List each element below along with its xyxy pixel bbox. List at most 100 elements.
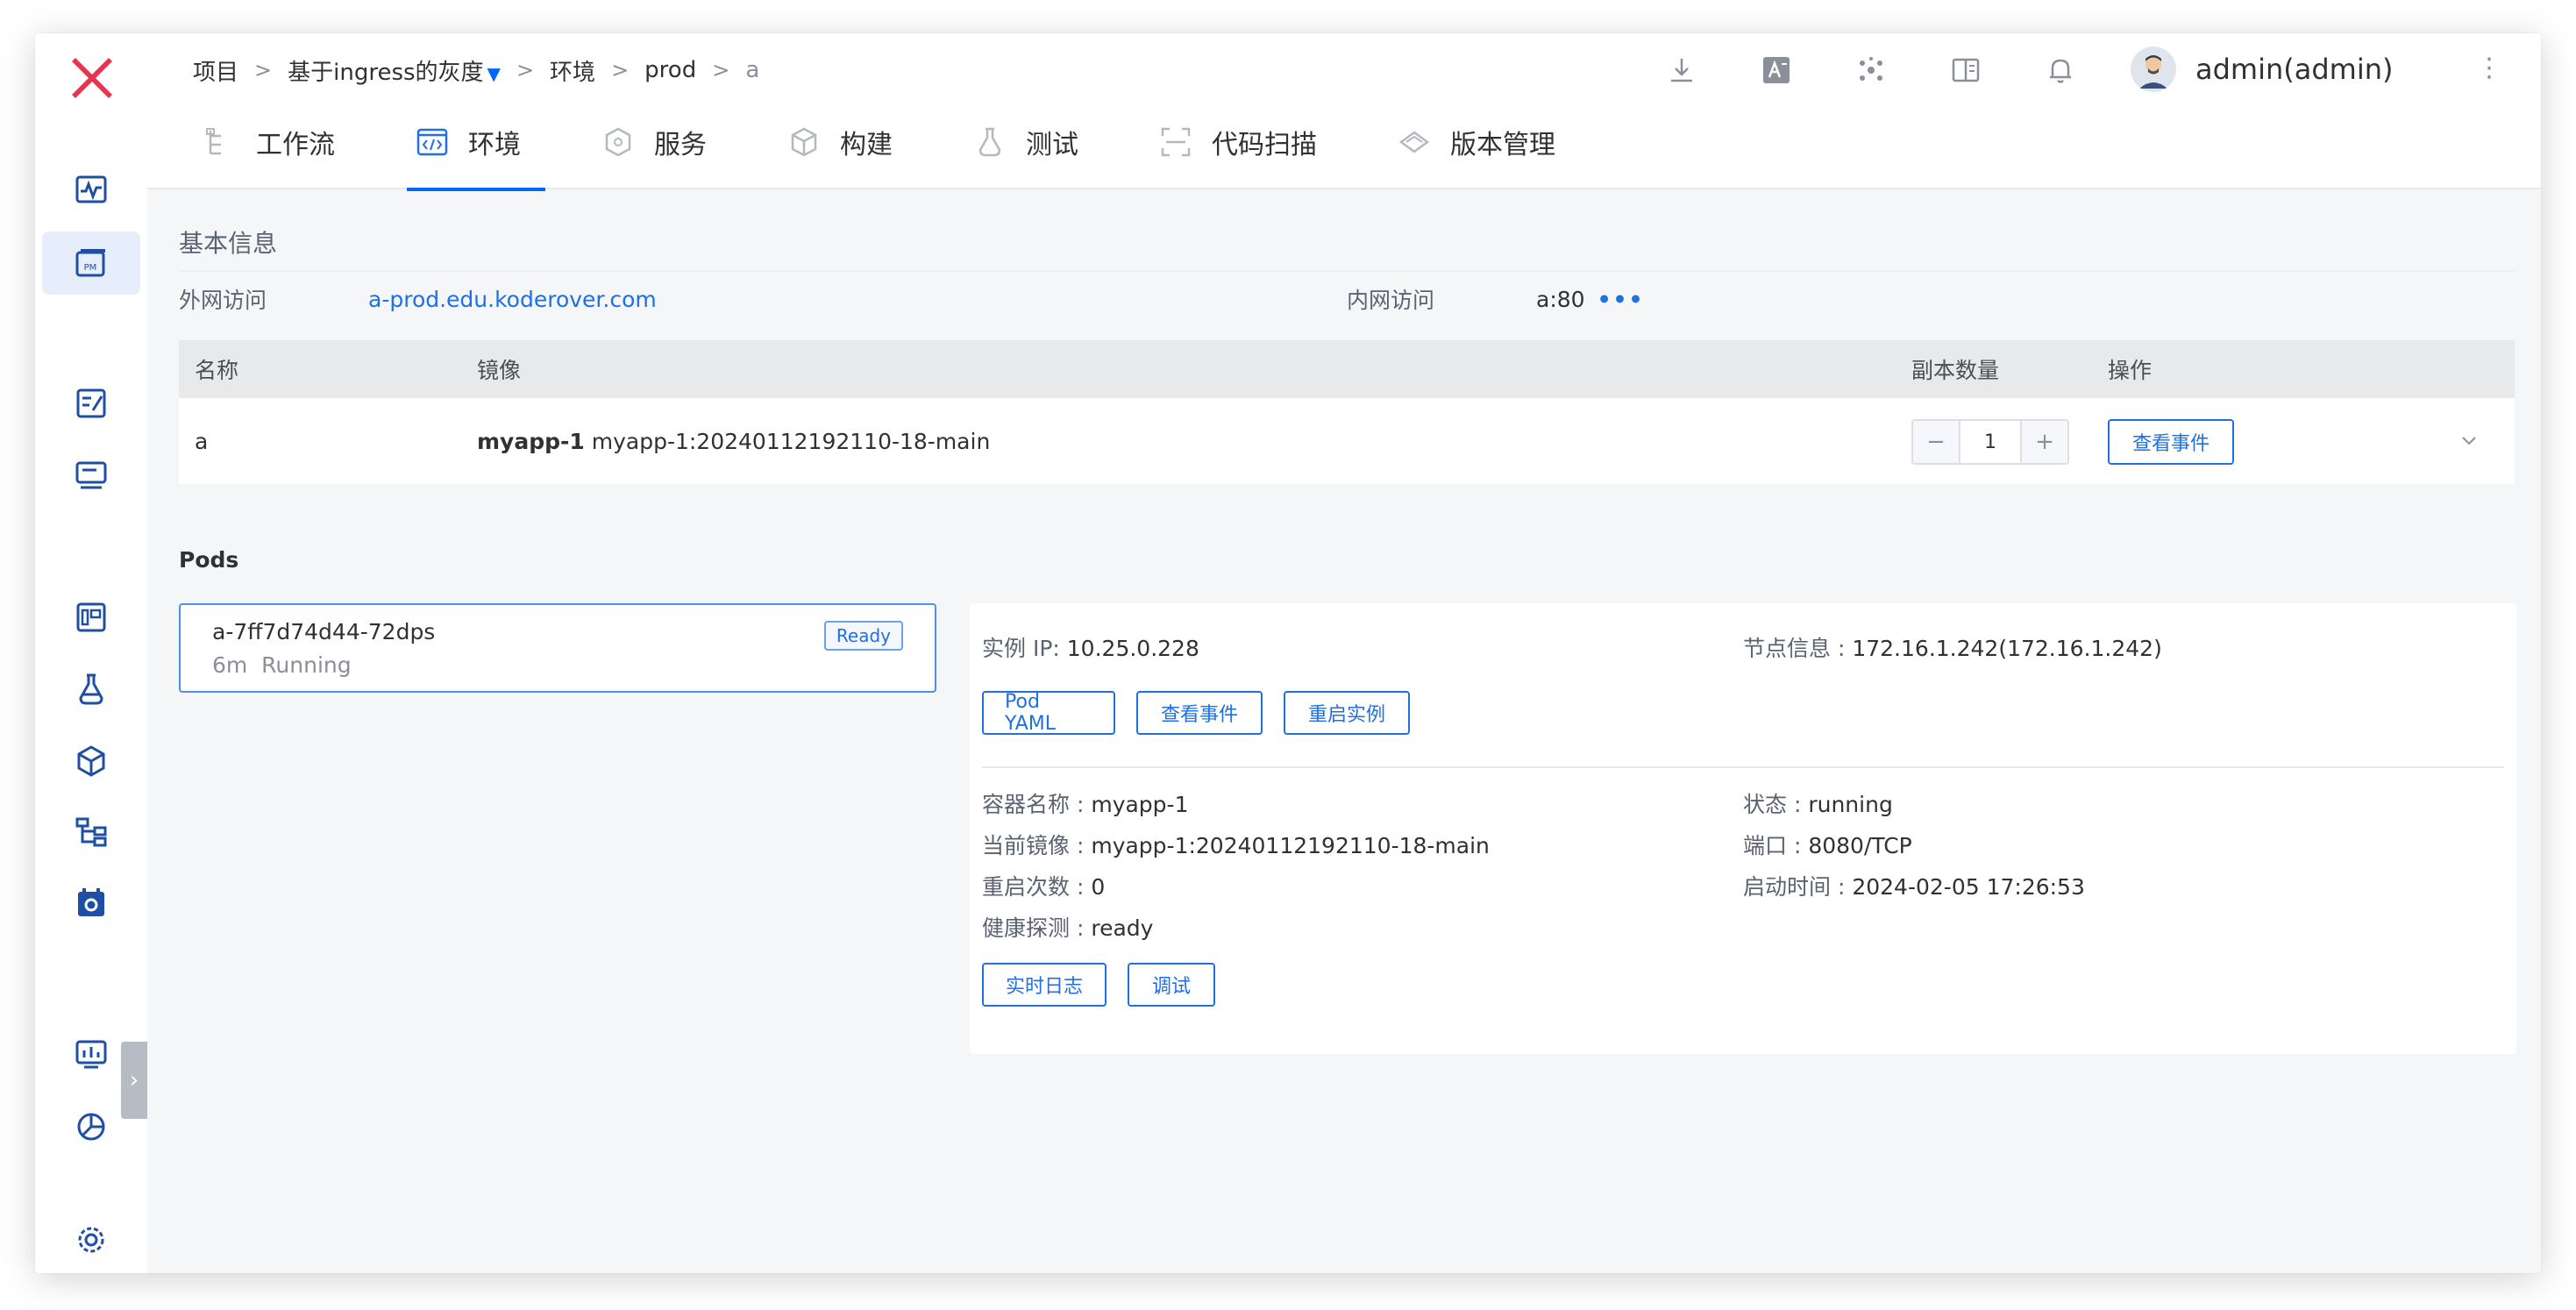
breadcrumb: 项目 > 基于ingress的灰度 ▼ > 环境 > prod > a bbox=[193, 46, 759, 95]
tab-label: 环境 bbox=[468, 130, 521, 160]
status-label: 状态 bbox=[1743, 792, 1788, 817]
cluster-icon[interactable] bbox=[1845, 44, 1897, 96]
start-time: 启动时间 : 2024-02-05 17:26:53 bbox=[1743, 874, 2085, 900]
tab-build[interactable]: 构建 bbox=[731, 95, 917, 189]
replica-count[interactable]: 1 bbox=[1959, 421, 2022, 463]
build-box-icon[interactable] bbox=[65, 735, 117, 787]
gear-icon[interactable] bbox=[65, 1214, 117, 1266]
flask-icon bbox=[978, 127, 1001, 157]
edit-note-icon[interactable] bbox=[65, 377, 117, 430]
tab-label: 测试 bbox=[1026, 130, 1078, 160]
bell-icon[interactable] bbox=[2034, 44, 2087, 96]
port-label: 端口 bbox=[1743, 833, 1788, 858]
health-probe-value: ready bbox=[1091, 915, 1154, 941]
user-menu[interactable]: admin(admin) bbox=[2131, 40, 2394, 98]
monitor-chart-icon[interactable] bbox=[65, 1028, 117, 1080]
instance-ip: 实例 IP: 10.25.0.228 bbox=[982, 636, 1199, 661]
container-name-label: 容器名称 bbox=[982, 792, 1071, 817]
service-image: myapp-1 myapp-1:20240112192110-18-main bbox=[477, 429, 990, 454]
table-header: 名称 镜像 副本数量 操作 bbox=[179, 340, 2515, 398]
service-cube-icon bbox=[605, 127, 631, 157]
tab-environment[interactable]: 环境 bbox=[359, 95, 545, 191]
breadcrumb-project-name-text: 基于ingress的灰度 bbox=[288, 59, 484, 86]
pie-chart-icon[interactable] bbox=[65, 1100, 117, 1152]
plus-button[interactable]: + bbox=[2022, 421, 2067, 463]
pod-detail-panel: 实例 IP: 10.25.0.228 节点信息 : 172.16.1.242(1… bbox=[970, 603, 2516, 1054]
current-image: 当前镜像 : myapp-1:20240112192110-18-main bbox=[982, 833, 1490, 858]
breadcrumb-project[interactable]: 项目 bbox=[193, 54, 238, 87]
health-probe: 健康探测 : ready bbox=[982, 915, 1154, 941]
caret-down-icon[interactable]: ▼ bbox=[487, 63, 501, 84]
breadcrumb-project-name[interactable]: 基于ingress的灰度 ▼ bbox=[288, 54, 501, 87]
restart-count: 重启次数 : 0 bbox=[982, 874, 1106, 900]
breadcrumb-separator: > bbox=[254, 58, 273, 82]
build-box-icon bbox=[791, 127, 817, 157]
minus-button[interactable]: − bbox=[1913, 421, 1959, 463]
tab-code-scan[interactable]: 代码扫描 bbox=[1103, 95, 1341, 189]
tab-label: 工作流 bbox=[256, 130, 335, 160]
live-log-button[interactable]: 实时日志 bbox=[982, 963, 1107, 1007]
header-toolbar bbox=[1655, 44, 2129, 96]
dashboard-icon[interactable] bbox=[65, 591, 117, 644]
version-icon bbox=[1398, 131, 1430, 153]
internal-access-label: 内网访问 bbox=[1347, 288, 1435, 313]
tab-label: 服务 bbox=[654, 130, 707, 160]
ready-badge: Ready bbox=[823, 621, 903, 651]
current-image-label: 当前镜像 bbox=[982, 833, 1071, 858]
replica-stepper: − 1 + bbox=[1911, 419, 2069, 465]
service-name: a bbox=[195, 428, 209, 454]
book-icon[interactable] bbox=[1939, 44, 1992, 96]
breadcrumb-separator: > bbox=[611, 58, 630, 82]
project-manage-icon[interactable]: PM bbox=[42, 231, 140, 295]
external-access-label: 外网访问 bbox=[179, 288, 267, 313]
node-info-value: 172.16.1.242(172.16.1.242) bbox=[1852, 636, 2162, 661]
download-icon[interactable] bbox=[1655, 44, 1708, 96]
health-probe-label: 健康探测 bbox=[982, 915, 1071, 941]
column-replicas: 副本数量 bbox=[1911, 358, 2000, 383]
table-row: a myapp-1 myapp-1:20240112192110-18-main… bbox=[179, 398, 2515, 484]
deploy-icon[interactable] bbox=[65, 449, 117, 502]
more-icon[interactable]: ⋮ bbox=[2476, 51, 2502, 86]
pod-name: a-7ff7d74d44-72dps bbox=[212, 619, 436, 644]
start-time-label: 启动时间 bbox=[1743, 874, 1832, 900]
breadcrumb-env-name[interactable]: prod bbox=[644, 57, 696, 83]
settings-calendar-icon[interactable] bbox=[65, 877, 117, 929]
breadcrumb-env[interactable]: 环境 bbox=[550, 54, 595, 87]
activity-chart-icon[interactable] bbox=[65, 163, 117, 216]
tab-label: 版本管理 bbox=[1450, 130, 1555, 160]
instance-ip-label: 实例 IP bbox=[982, 636, 1053, 661]
tab-label: 构建 bbox=[840, 130, 893, 160]
restart-count-value: 0 bbox=[1091, 874, 1106, 900]
pod-age: 6m bbox=[212, 652, 248, 678]
pod-card[interactable]: a-7ff7d74d44-72dps 6m Running Ready bbox=[179, 603, 936, 693]
tab-test[interactable]: 测试 bbox=[917, 95, 1103, 189]
pod-actions: Pod YAML 查看事件 重启实例 bbox=[982, 691, 1410, 735]
service-table: 名称 镜像 副本数量 操作 a myapp-1 myapp-1:20240112… bbox=[179, 340, 2515, 484]
external-access-link[interactable]: a-prod.edu.koderover.com bbox=[368, 287, 657, 312]
debug-button[interactable]: 调试 bbox=[1128, 963, 1215, 1007]
breadcrumb-service: a bbox=[745, 57, 760, 83]
restart-instance-button[interactable]: 重启实例 bbox=[1284, 691, 1410, 735]
rail-collapse-handle[interactable]: › bbox=[121, 1042, 147, 1119]
more-dots-icon[interactable]: ••• bbox=[1598, 287, 1645, 312]
pm-text: PM bbox=[84, 263, 97, 273]
node-info: 节点信息 : 172.16.1.242(172.16.1.242) bbox=[1743, 636, 2162, 661]
left-rail: PM › bbox=[35, 33, 147, 1273]
test-flask-icon[interactable] bbox=[65, 663, 117, 716]
code-window-icon bbox=[416, 128, 448, 156]
logo-x-icon[interactable] bbox=[61, 46, 123, 107]
chevron-down-icon[interactable] bbox=[2459, 430, 2480, 451]
port-value: 8080/TCP bbox=[1808, 833, 1912, 858]
pod-yaml-button[interactable]: Pod YAML bbox=[982, 691, 1115, 735]
view-events-button[interactable]: 查看事件 bbox=[2108, 419, 2234, 465]
tab-version[interactable]: 版本管理 bbox=[1341, 95, 1580, 189]
access-info-row: 外网访问 a-prod.edu.koderover.com 内网访问 a:80 … bbox=[179, 270, 2515, 326]
avatar[interactable] bbox=[2131, 46, 2176, 92]
translate-icon[interactable] bbox=[1750, 44, 1803, 96]
image-tag: myapp-1:20240112192110-18-main bbox=[591, 428, 991, 454]
tab-service[interactable]: 服务 bbox=[545, 95, 731, 189]
breadcrumb-separator: > bbox=[712, 58, 730, 82]
view-events-button[interactable]: 查看事件 bbox=[1136, 691, 1263, 735]
workflow-tree-icon[interactable] bbox=[65, 805, 117, 858]
tab-workflow[interactable]: 工作流 bbox=[147, 95, 359, 189]
